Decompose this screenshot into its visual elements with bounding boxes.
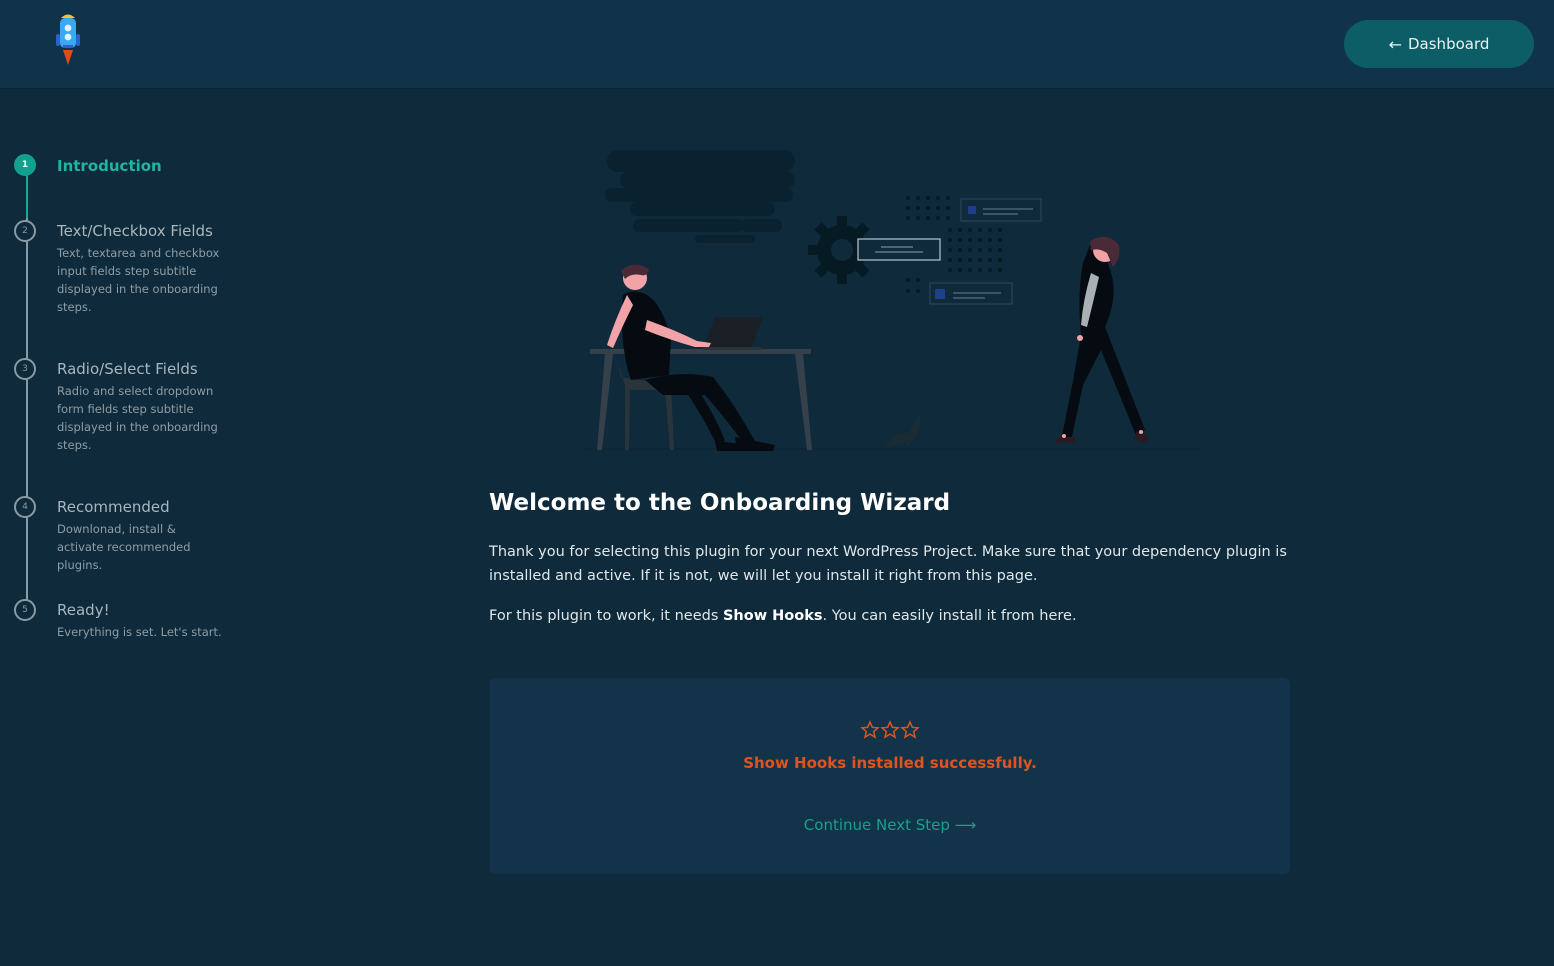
onboarding-illustration <box>585 150 1200 451</box>
dependency-paragraph: For this plugin to work, it needs Show H… <box>489 604 1289 628</box>
step-subtitle: Radio and select dropdown form fields st… <box>57 384 218 452</box>
step-number: 1 <box>14 154 36 176</box>
page-title: Welcome to the Onboarding Wizard <box>489 490 951 516</box>
step-subtitle: Downlonad, install & activate recommende… <box>57 522 191 572</box>
top-bar: ← Dashboard <box>0 0 1554 89</box>
rocket-icon <box>56 14 80 65</box>
dashboard-button-label: Dashboard <box>1408 35 1490 53</box>
step-subtitle: Text, textarea and checkbox input fields… <box>57 246 220 314</box>
install-success-message: Show Hooks installed successfully. <box>743 754 1037 772</box>
dashboard-button[interactable]: ← Dashboard <box>1344 20 1534 68</box>
step-title: Ready! <box>57 601 110 619</box>
step-title: Text/Checkbox Fields <box>57 222 213 240</box>
step-subtitle: Everything is set. Let's start. <box>57 625 222 639</box>
intro-paragraph: Thank you for selecting this plugin for … <box>489 544 1287 584</box>
step-number: 2 <box>14 220 36 242</box>
step-title: Introduction <box>57 157 162 175</box>
star-icon <box>860 720 880 739</box>
continue-label: Continue Next Step <box>803 816 950 834</box>
dependency-text-prefix: For this plugin to work, it needs <box>489 608 723 624</box>
star-icon <box>880 720 900 739</box>
step-number: 4 <box>14 496 36 518</box>
star-icon <box>900 720 920 739</box>
step-number: 5 <box>14 599 36 621</box>
continue-next-step-link[interactable]: Continue Next Step ⟶ <box>490 816 1290 834</box>
dependency-text-suffix: . You can easily install it from here. <box>822 608 1077 624</box>
step-number: 3 <box>14 358 36 380</box>
dependency-plugin-name: Show Hooks <box>722 608 823 624</box>
arrow-left-icon: ← <box>1388 34 1402 54</box>
step-title: Recommended <box>57 498 170 516</box>
stars-icon <box>490 720 1290 744</box>
arrow-right-icon: ⟶ <box>954 816 977 834</box>
step-title: Radio/Select Fields <box>57 360 198 378</box>
install-status-card: Show Hooks installed successfully. Conti… <box>490 678 1290 874</box>
